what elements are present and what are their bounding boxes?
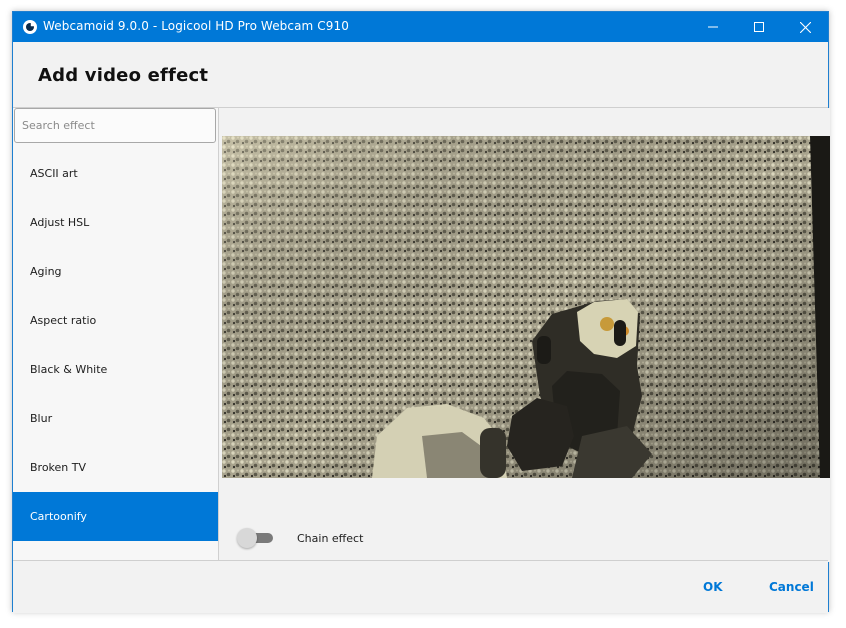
title-bar[interactable]: Webcamoid 9.0.0 - Logicool HD Pro Webcam… [13,12,828,42]
effect-list: ASCII art Adjust HSL Aging Aspect ratio … [13,149,218,541]
dialog-header: Add video effect [13,42,828,108]
minimize-button[interactable] [690,12,736,42]
effect-item-adjust-hsl[interactable]: Adjust HSL [13,198,218,247]
dialog-window: Webcamoid 9.0.0 - Logicool HD Pro Webcam… [12,11,830,613]
effect-item-blur[interactable]: Blur [13,394,218,443]
page-title: Add video effect [38,65,209,86]
cancel-button[interactable]: Cancel [769,580,814,594]
effect-item-aspect-ratio[interactable]: Aspect ratio [13,296,218,345]
ok-button[interactable]: OK [703,580,723,594]
close-icon [799,21,811,33]
effect-item-black-white[interactable]: Black & White [13,345,218,394]
effect-item-cartoonify[interactable]: Cartoonify [13,492,218,541]
search-input[interactable] [14,108,216,143]
effect-item-broken-tv[interactable]: Broken TV [13,443,218,492]
maximize-icon [754,22,764,32]
chain-effect-toggle[interactable] [237,528,275,548]
effects-sidebar: ASCII art Adjust HSL Aging Aspect ratio … [13,108,219,562]
minimize-icon [708,26,718,28]
effect-preview-panel: Chain effect [219,108,830,562]
dialog-footer: OK Cancel [13,560,828,613]
window-title: Webcamoid 9.0.0 - Logicool HD Pro Webcam… [43,19,349,33]
camera-preview-image [222,136,830,478]
chain-effect-label: Chain effect [297,531,364,545]
effect-item-ascii-art[interactable]: ASCII art [13,149,218,198]
effect-item-aging[interactable]: Aging [13,247,218,296]
chain-effect-row: Chain effect [237,526,363,550]
maximize-button[interactable] [736,12,782,42]
webcamoid-logo-icon [23,20,37,34]
close-button[interactable] [782,12,828,42]
